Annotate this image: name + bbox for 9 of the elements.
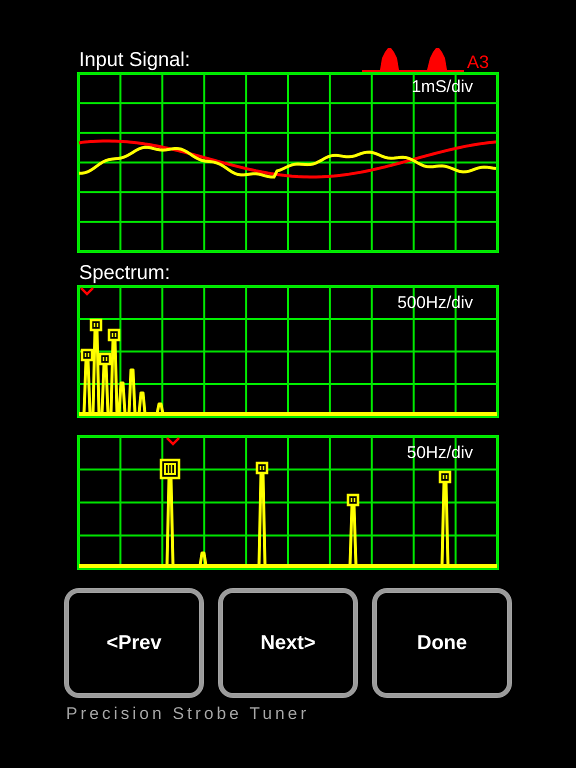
section-title: Input Signal:	[79, 48, 190, 72]
marker-icon	[80, 287, 94, 296]
nav-button[interactable]: Done	[372, 588, 512, 698]
nav-button[interactable]: <Prev	[64, 588, 204, 698]
marker-icon	[166, 437, 180, 446]
note-label: A3	[466, 52, 489, 72]
nav-button[interactable]: Next>	[218, 588, 358, 698]
section-title: Spectrum:	[79, 261, 170, 285]
app-title: Precision Strobe Tuner	[66, 704, 310, 724]
